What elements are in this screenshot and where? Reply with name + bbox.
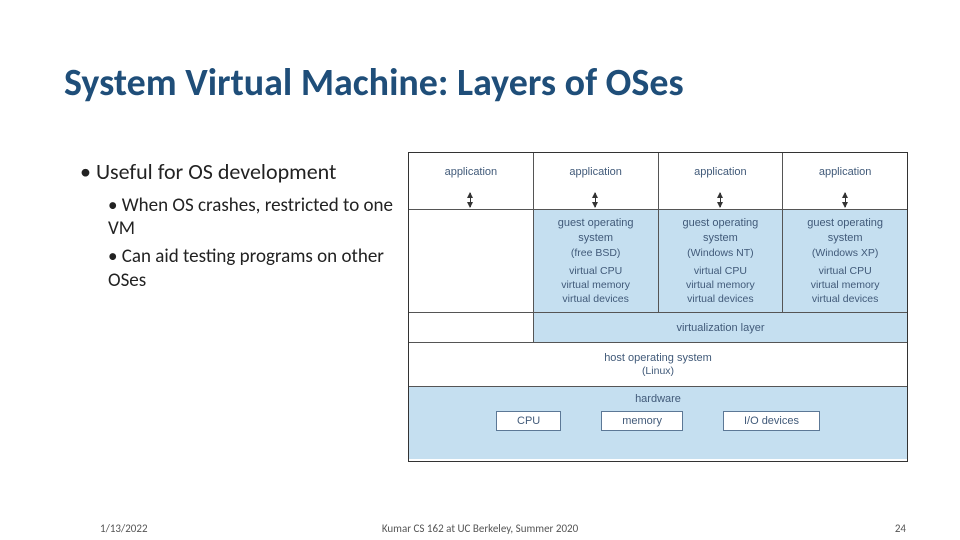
footer-page-number: 24 <box>895 522 906 535</box>
double-arrow-icon <box>595 193 596 207</box>
host-os-label: host operating system <box>604 351 712 365</box>
bullet-level2-b: Can aid testing programs on other OSes <box>108 245 400 293</box>
app-label: application <box>694 166 747 178</box>
vmem-label: virtual memory <box>811 278 880 292</box>
double-arrow-icon <box>845 193 846 207</box>
native-gap <box>409 313 534 342</box>
guest-os-label: guest operating system <box>682 216 758 246</box>
applications-row: application application application appl… <box>409 153 907 191</box>
native-host-column <box>409 210 534 312</box>
vmem-label: virtual memory <box>561 278 630 292</box>
vmem-label: virtual memory <box>686 278 755 292</box>
vdev-label: virtual devices <box>562 292 629 306</box>
virt-layer-label: virtualization layer <box>676 322 764 334</box>
virtualization-row: virtualization layer <box>409 313 907 343</box>
guest-os-name: (Windows NT) <box>687 246 754 260</box>
guest-col-winxp: guest operating system (Windows XP) virt… <box>783 210 907 312</box>
vcpu-label: virtual CPU <box>569 264 622 278</box>
hw-io-box: I/O devices <box>723 411 820 431</box>
guest-os-row: guest operating system (free BSD) virtua… <box>409 209 907 313</box>
guest-os-name: (Windows XP) <box>812 246 879 260</box>
app-label: application <box>445 166 498 178</box>
arrow-cell <box>783 191 907 209</box>
arrow-cell <box>534 191 659 209</box>
footer-center: Kumar CS 162 at UC Berkeley, Summer 2020 <box>0 522 960 535</box>
app-col-3: application <box>659 153 784 191</box>
hw-memory-box: memory <box>601 411 683 431</box>
slide-title: System Virtual Machine: Layers of OSes <box>64 60 684 106</box>
vdev-label: virtual devices <box>812 292 879 306</box>
app-col-4: application <box>783 153 907 191</box>
hardware-boxes: CPU memory I/O devices <box>496 411 820 431</box>
app-label: application <box>569 166 622 178</box>
hw-cpu-box: CPU <box>496 411 561 431</box>
vcpu-label: virtual CPU <box>819 264 872 278</box>
guest-col-freebsd: guest operating system (free BSD) virtua… <box>534 210 659 312</box>
vcpu-label: virtual CPU <box>694 264 747 278</box>
hardware-row: hardware CPU memory I/O devices <box>409 387 907 459</box>
vdev-label: virtual devices <box>687 292 754 306</box>
double-arrow-icon <box>720 193 721 207</box>
double-arrow-icon <box>470 193 471 207</box>
arrow-cell <box>659 191 784 209</box>
app-label: application <box>819 166 872 178</box>
arrow-row <box>409 191 907 209</box>
vm-layers-diagram: application application application appl… <box>408 152 908 462</box>
virt-layer-box: virtualization layer <box>534 313 907 342</box>
bullet-level1: Useful for OS development <box>80 158 400 186</box>
host-os-row: host operating system (Linux) <box>409 343 907 387</box>
bullet-list: Useful for OS development When OS crashe… <box>80 158 400 293</box>
hardware-label: hardware <box>635 393 681 405</box>
guest-os-name: (free BSD) <box>571 246 621 260</box>
guest-os-label: guest operating system <box>558 216 634 246</box>
arrow-cell <box>409 191 534 209</box>
app-col-2: application <box>534 153 659 191</box>
app-col-1: application <box>409 153 534 191</box>
guest-col-winnt: guest operating system (Windows NT) virt… <box>659 210 784 312</box>
guest-os-label: guest operating system <box>807 216 883 246</box>
host-os-sub: (Linux) <box>642 365 674 379</box>
bullet-level2-a: When OS crashes, restricted to one VM <box>108 194 400 242</box>
